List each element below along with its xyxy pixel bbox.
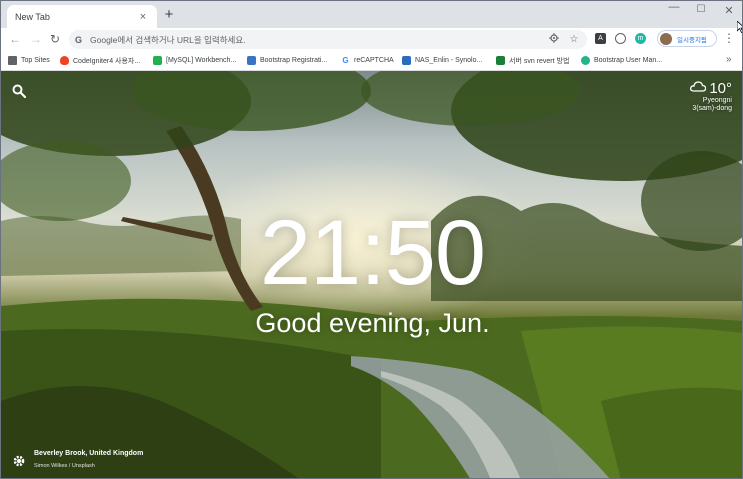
code-icon [247,56,256,65]
bookmark-label: Bootstrap User Man... [594,57,663,64]
new-tab-page: 10° Pyeongni 3(sam)-dong 21:50 Good even… [1,71,742,478]
search-icon[interactable] [11,83,27,99]
location-icon[interactable] [547,33,561,46]
maximize-button[interactable]: ☐ [694,4,708,15]
tab-new-tab[interactable]: New Tab × [7,5,157,28]
flame-icon [60,56,69,65]
forward-button[interactable]: → [29,31,43,47]
bookmark-recaptcha[interactable]: G reCAPTCHA [341,54,394,67]
google-icon: G [75,34,83,45]
new-tab-button[interactable]: + [162,7,176,23]
gear-icon[interactable] [12,454,26,468]
address-placeholder: Google에서 검색하거나 URL을 입력하세요. [90,34,246,45]
bookmark-label: reCAPTCHA [354,57,394,64]
address-bar[interactable]: G Google에서 검색하거나 URL을 입력하세요. ☆ [69,30,587,49]
book-icon [496,56,505,65]
browser-menu-icon[interactable]: ⋮ [723,31,735,45]
reload-button[interactable]: ↻ [48,31,62,47]
bookmark-codeigniter[interactable]: CodeIgniter4 사용자... [60,54,140,67]
google-icon: G [341,56,350,65]
browser-window: New Tab × + — ☐ ✕ ← → ↻ G Google에서 검색하거나… [0,0,743,479]
bookmark-mysql-workbench[interactable]: [MySQL] Workbench... [153,54,236,67]
weather-location-line1: Pyeongni [702,97,732,104]
minimize-button[interactable]: — [667,1,681,13]
bookmark-label: NAS_Enlin - Synolo... [415,57,483,64]
bookmark-nas-enlin[interactable]: NAS_Enlin - Synolo... [402,54,482,67]
cloud-icon [690,79,707,97]
avatar [660,32,672,45]
bookmark-label: Top Sites [21,57,50,64]
bookmark-svn-revert[interactable]: 서버 svn revert 방법 [496,54,569,67]
folder-icon [8,56,17,65]
synology-icon [402,56,411,65]
tab-title: New Tab [15,11,50,22]
extension-m-icon[interactable]: m [635,33,646,44]
browser-toolbar: ← → ↻ G Google에서 검색하거나 URL을 입력하세요. ☆ A m… [1,28,742,50]
profile-status: 일시중지됨 [677,36,707,44]
extension-target-icon[interactable] [615,33,626,44]
bookmark-top-sites[interactable]: Top Sites [8,54,50,67]
bookmark-bootstrap-registration[interactable]: Bootstrap Registrati... [247,54,327,67]
mouse-cursor-icon [737,21,742,33]
clock-time: 21:50 [259,202,486,304]
bookmark-bootstrap-user-manual[interactable]: Bootstrap User Man... [581,54,662,67]
profile-button[interactable]: 일시중지됨 [657,30,717,47]
close-window-button[interactable]: ✕ [722,4,736,17]
weather-location-line2: 3(sam)-dong [692,105,732,112]
shield-icon [581,56,590,65]
photo-credit: Simon Wilkes / Unsplash [34,463,95,469]
tab-close-icon[interactable]: × [137,11,149,23]
weather-temperature: 10° [709,79,732,97]
bookmark-label: CodeIgniter4 사용자... [73,57,141,65]
extension-a-icon[interactable]: A [595,33,606,44]
tab-strip: New Tab × + — ☐ ✕ [1,1,742,28]
photo-info[interactable]: Beverley Brook, United Kingdom Simon Wil… [34,449,143,470]
greeting-text: Good evening, Jun. [255,308,490,338]
bookmark-star-icon[interactable]: ☆ [567,34,581,45]
bookmark-label: 서버 svn revert 방법 [509,57,570,65]
bookmarks-bar: Top Sites CodeIgniter4 사용자... [MySQL] Wo… [1,50,742,71]
back-button[interactable]: ← [8,31,22,47]
weather-widget[interactable]: 10° Pyeongni 3(sam)-dong [690,79,732,113]
bookmark-label: Bootstrap Registrati... [260,57,328,64]
photo-location: Beverley Brook, United Kingdom [34,450,144,457]
bookmark-label: [MySQL] Workbench... [166,57,237,64]
bookmarks-overflow-button[interactable]: » [726,54,732,65]
chat-icon [153,56,162,65]
